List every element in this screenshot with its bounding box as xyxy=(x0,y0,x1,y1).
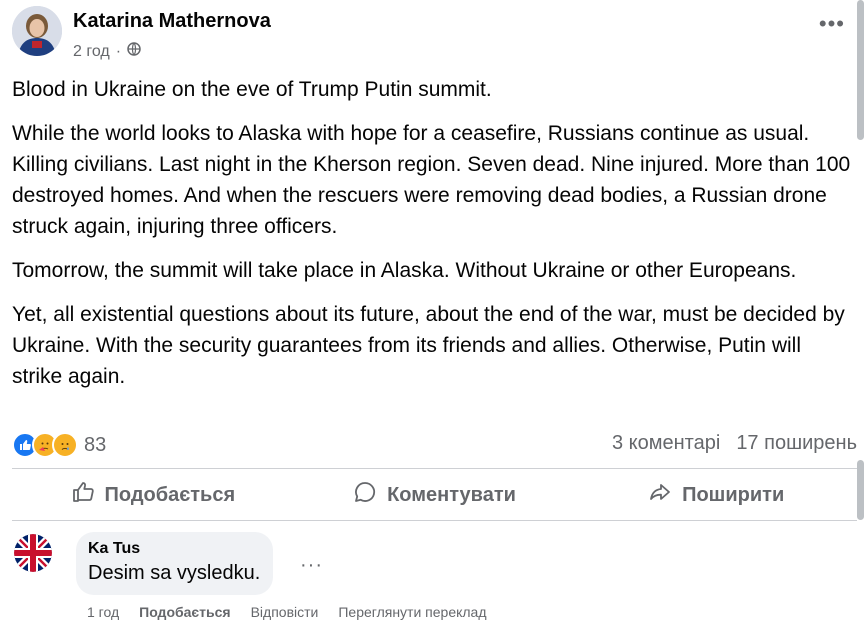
scrollbar-thumb-secondary[interactable] xyxy=(857,460,864,520)
shares-count-link[interactable]: 17 поширень xyxy=(736,432,857,455)
comment-time[interactable]: 1 год xyxy=(87,604,119,620)
comment-button-label: Коментувати xyxy=(387,483,516,506)
thumbs-up-icon xyxy=(71,480,95,510)
comment-translate-link[interactable]: Переглянути переклад xyxy=(338,604,486,620)
comments-count-link[interactable]: 3 коментарі xyxy=(612,432,720,455)
reaction-count[interactable]: 83 xyxy=(84,434,106,457)
scrollbar-thumb[interactable] xyxy=(857,0,864,140)
comment-reply-link[interactable]: Відповісти xyxy=(251,604,319,620)
post-meta: 2 год · xyxy=(73,42,141,61)
more-horizontal-icon[interactable]: ••• xyxy=(819,13,845,35)
like-button-label: Подобається xyxy=(104,483,236,506)
engagement-counts: 3 коментарі 17 поширень xyxy=(612,432,857,455)
post-paragraph: Blood in Ukraine on the eve of Trump Put… xyxy=(12,78,492,101)
share-icon xyxy=(648,480,672,510)
post-author-name[interactable]: Katarina Mathernova xyxy=(73,10,271,33)
post-paragraph: Tomorrow, the summit will take place in … xyxy=(12,259,797,282)
comment-text: Desim sa vysledku. xyxy=(88,562,261,584)
reaction-icons[interactable]: 83 xyxy=(12,432,106,458)
reactions-summary: 83 3 коментарі 17 поширень xyxy=(12,432,857,460)
comment-like-link[interactable]: Подобається xyxy=(139,604,230,620)
meta-separator: · xyxy=(115,42,122,60)
share-button-label: Поширити xyxy=(682,483,785,506)
comment-bubble: Ka Tus Desim sa vysledku. xyxy=(76,532,274,595)
globe-icon xyxy=(127,42,141,61)
post-time[interactable]: 2 год xyxy=(73,43,110,61)
share-button[interactable]: Поширити xyxy=(575,470,857,520)
like-button[interactable]: Подобається xyxy=(12,470,294,520)
divider xyxy=(12,520,857,521)
comment-icon xyxy=(353,480,377,510)
author-avatar[interactable] xyxy=(12,6,62,56)
post-paragraph: Yet, all existential questions about its… xyxy=(12,303,845,388)
post-header: Katarina Mathernova 2 год · ••• xyxy=(12,6,857,61)
commenter-avatar[interactable] xyxy=(14,534,52,572)
sad-reaction-icon xyxy=(52,432,78,458)
comment-button[interactable]: Коментувати xyxy=(294,470,576,520)
post-paragraph: While the world looks to Alaska with hop… xyxy=(12,122,851,238)
post-body: Blood in Ukraine on the eve of Trump Put… xyxy=(12,74,852,405)
commenter-name[interactable]: Ka Tus xyxy=(88,540,260,558)
comment-actions: 1 год Подобається Відповісти Переглянути… xyxy=(87,604,487,620)
comment-more-icon[interactable]: ··· xyxy=(300,554,323,577)
divider xyxy=(12,468,857,469)
post-actions: Подобається Коментувати Поширити xyxy=(12,470,857,520)
